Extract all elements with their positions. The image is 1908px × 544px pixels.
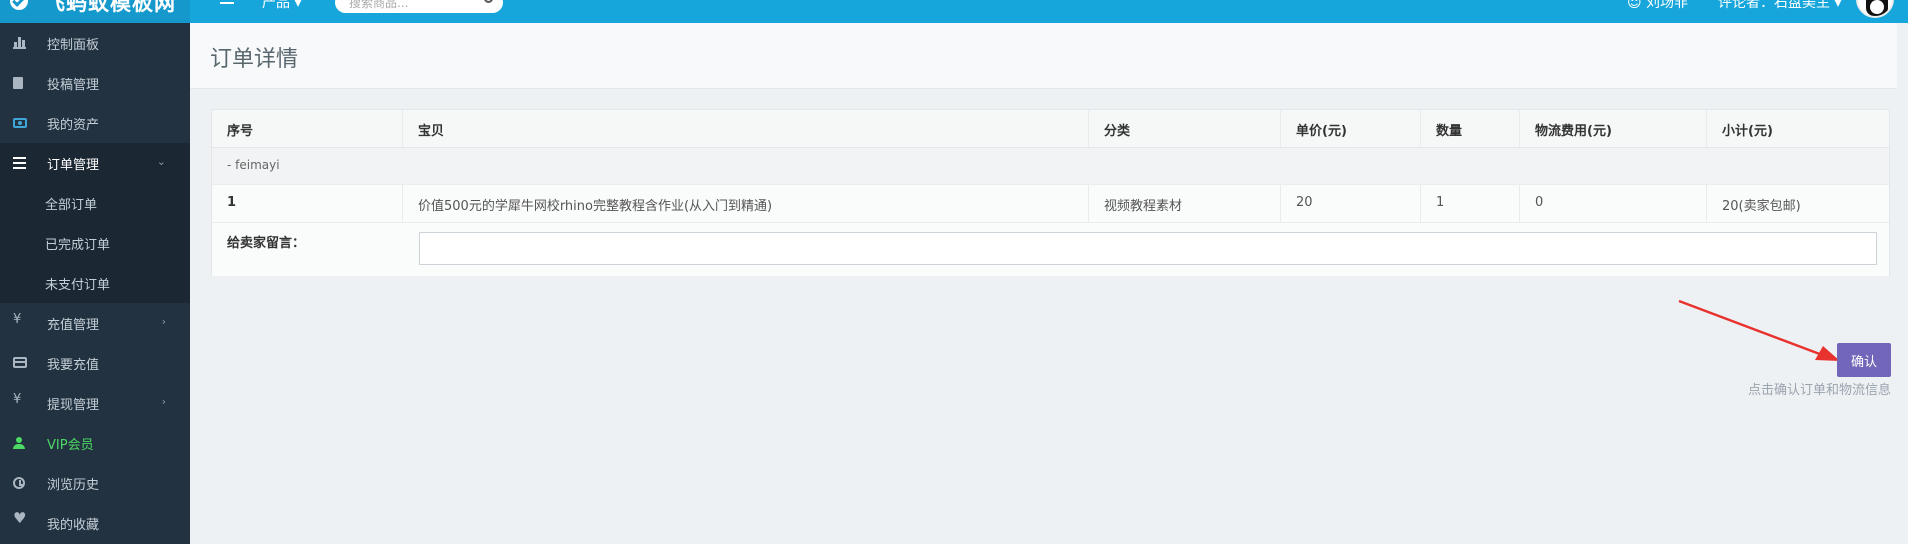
sidebar-item-label: 已完成订单 bbox=[45, 238, 111, 253]
sidebar-item-recharge[interactable]: 我要充值 bbox=[0, 343, 190, 383]
item-unit-price: 20 bbox=[1296, 195, 1313, 210]
sidebar-item-submissions[interactable]: 投稿管理 bbox=[0, 63, 190, 103]
sidebar-item-assets[interactable]: 我的资产 bbox=[0, 103, 190, 143]
sidebar-item-withdraw-management[interactable]: ¥ 提现管理 › bbox=[0, 383, 190, 423]
sidebar-item-label: VIP会员 bbox=[47, 438, 94, 453]
column-header-index: 序号 bbox=[212, 110, 403, 147]
column-header-category: 分类 bbox=[1089, 110, 1281, 147]
item-shipping-fee: 0 bbox=[1535, 195, 1544, 210]
sidebar-item-label: 浏览历史 bbox=[47, 478, 100, 493]
sidebar-item-recharge-management[interactable]: ¥ 充值管理 › bbox=[0, 303, 190, 343]
page-title: 订单详情 bbox=[210, 47, 299, 72]
user-name[interactable]: ☺ 刘场非 bbox=[1627, 0, 1688, 12]
sidebar-item-label: 控制面板 bbox=[47, 38, 100, 53]
table-header-row: 序号 宝贝 分类 单价(元) 数量 物流费用(元) 小计(元) bbox=[212, 110, 1889, 148]
sidebar-item-label: 我的资产 bbox=[47, 118, 100, 133]
seller-message-input[interactable] bbox=[419, 232, 1877, 265]
column-header-shipping: 物流费用(元) bbox=[1520, 110, 1707, 147]
sidebar-item-orders[interactable]: 订单管理 ⌄ bbox=[0, 143, 190, 183]
heart-icon: ♥ bbox=[13, 509, 27, 527]
sidebar-item-history[interactable]: 浏览历史 bbox=[0, 463, 190, 503]
brand-logo[interactable]: 飞蚂蚁模板网 bbox=[0, 0, 190, 23]
sidebar-item-label: 我要充值 bbox=[47, 358, 100, 373]
sidebar-item-dashboard[interactable]: 控制面板 bbox=[0, 23, 190, 63]
bar-chart-icon bbox=[13, 37, 26, 49]
search-icon[interactable] bbox=[484, 0, 493, 3]
sidebar-item-label: 提现管理 bbox=[47, 398, 100, 413]
brand-name: 飞蚂蚁模板网 bbox=[44, 0, 176, 15]
seller-dropdown[interactable]: 评论者：石盘美主 ▾ bbox=[1718, 0, 1841, 12]
sidebar-item-label: 我的收藏 bbox=[47, 518, 100, 533]
item-title[interactable]: 价值500元的学犀牛网校rhino完整教程含作业(从入门到精通) bbox=[418, 195, 772, 214]
column-header-unit-price: 单价(元) bbox=[1281, 110, 1421, 147]
product-dropdown[interactable]: 产品 ▾ bbox=[262, 0, 301, 12]
sidebar-subitem-completed-orders[interactable]: 已完成订单 bbox=[0, 223, 190, 263]
scrollbar[interactable] bbox=[1897, 23, 1908, 544]
sidebar-item-favorites[interactable]: ♥ 我的收藏 bbox=[0, 503, 190, 543]
chevron-down-icon: ⌄ bbox=[156, 155, 166, 168]
yen-icon: ¥ bbox=[13, 312, 22, 327]
confirm-hint: 点击确认订单和物流信息 bbox=[1747, 383, 1891, 398]
list-icon bbox=[13, 157, 26, 169]
column-header-subtotal: 小计(元) bbox=[1722, 124, 1773, 139]
history-icon bbox=[13, 477, 25, 489]
sidebar-item-label: 充值管理 bbox=[47, 318, 100, 333]
credit-card-icon bbox=[13, 357, 27, 368]
chevron-right-icon: › bbox=[161, 315, 166, 328]
sidebar-item-label: 投稿管理 bbox=[47, 78, 100, 93]
avatar[interactable] bbox=[1856, 0, 1894, 18]
message-label: 给卖家留言： bbox=[227, 236, 306, 251]
item-subtotal: 20(卖家包邮) bbox=[1722, 199, 1801, 214]
user-icon bbox=[13, 437, 26, 449]
page-header: 订单详情 bbox=[190, 23, 1908, 89]
sidebar-item-label: 全部订单 bbox=[45, 198, 98, 213]
order-table: 序号 宝贝 分类 单价(元) 数量 物流费用(元) 小计(元) - feimay… bbox=[211, 109, 1890, 276]
shop-row: - feimayi bbox=[212, 148, 1889, 185]
table-row: 1 价值500元的学犀牛网校rhino完整教程含作业(从入门到精通) 视频教程素… bbox=[212, 185, 1889, 223]
document-icon bbox=[13, 77, 23, 89]
column-header-quantity: 数量 bbox=[1421, 110, 1520, 147]
confirm-button[interactable]: 确认 bbox=[1837, 343, 1891, 377]
item-index: 1 bbox=[227, 195, 237, 210]
sidebar-subitem-all-orders[interactable]: 全部订单 bbox=[0, 183, 190, 223]
sidebar-item-label: 订单管理 bbox=[47, 158, 100, 173]
search-box[interactable]: 搜索商品... bbox=[335, 0, 503, 13]
sidebar-item-label: 未支付订单 bbox=[45, 278, 111, 293]
sidebar-item-vip[interactable]: VIP会员 bbox=[0, 423, 190, 463]
chevron-right-icon: › bbox=[161, 395, 166, 408]
shop-name: - feimayi bbox=[227, 158, 280, 172]
sidebar-subitem-unpaid-orders[interactable]: 未支付订单 bbox=[0, 263, 190, 303]
red-arrow-annotation bbox=[1678, 299, 1840, 361]
message-row: 给卖家留言： bbox=[212, 223, 1889, 276]
menu-icon[interactable] bbox=[220, 0, 234, 4]
search-input[interactable]: 搜索商品... bbox=[349, 0, 408, 11]
item-quantity: 1 bbox=[1436, 195, 1445, 210]
item-category: 视频教程素材 bbox=[1104, 199, 1183, 214]
logo-check-icon bbox=[10, 0, 28, 10]
column-header-item: 宝贝 bbox=[403, 110, 1089, 147]
top-navbar: 产品 ▾ 搜索商品... ☺ 刘场非 评论者：石盘美主 ▾ bbox=[190, 0, 1908, 23]
money-icon bbox=[13, 118, 27, 128]
sidebar: 控制面板 投稿管理 我的资产 订单管理 ⌄ 全部订单 已完成订单 未支付订单 ¥… bbox=[0, 23, 190, 544]
yen-icon: ¥ bbox=[13, 392, 22, 407]
